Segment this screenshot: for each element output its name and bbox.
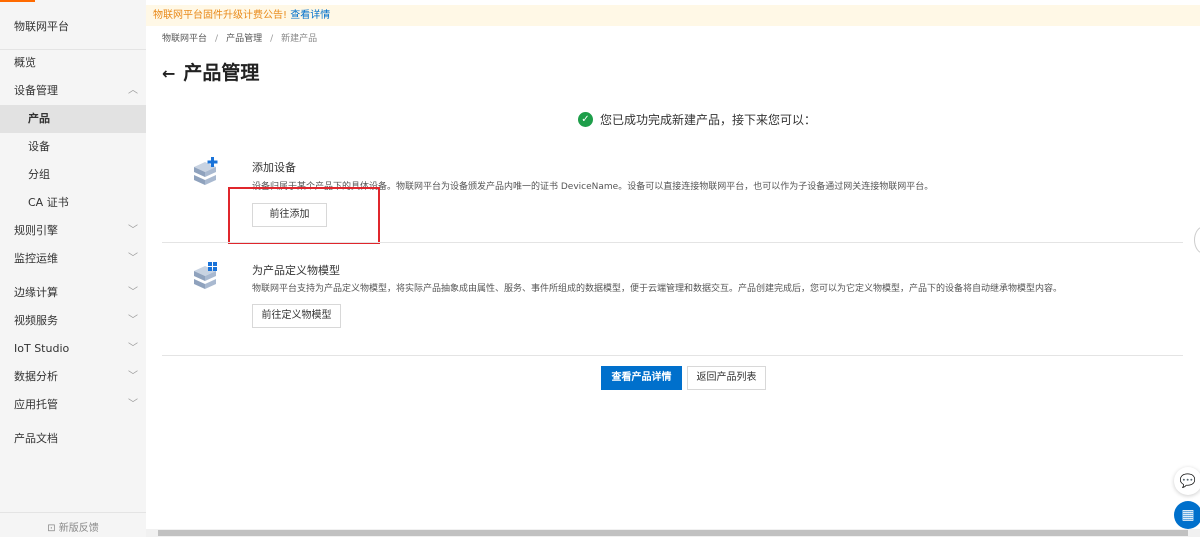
sidebar-item-data-analysis[interactable]: 数据分析 ﹀ bbox=[0, 363, 146, 391]
label: 产品 bbox=[28, 112, 50, 125]
label: 概览 bbox=[14, 56, 36, 69]
view-product-detail-button[interactable]: 查看产品详情 bbox=[601, 366, 682, 390]
sidebar-item-group[interactable]: 分组 bbox=[0, 161, 146, 189]
sidebar: 物联网平台 概览 设备管理 ︿ 产品 设备 分组 CA 证书 规则引擎 ﹀ 监控运维… bbox=[0, 0, 146, 537]
sidebar-item-edge-computing[interactable]: 边缘计算 ﹀ bbox=[0, 279, 146, 307]
sidebar-item-overview[interactable]: 概览 bbox=[0, 49, 146, 77]
chevron-down-icon: ﹀ bbox=[128, 287, 138, 298]
success-message: ✓ 您已成功完成新建产品，接下来您可以： bbox=[578, 111, 816, 128]
sidebar-item-monitoring[interactable]: 监控运维 ﹀ bbox=[0, 245, 146, 273]
horizontal-scrollbar[interactable] bbox=[146, 529, 1200, 537]
label: 规则引擎 bbox=[14, 224, 58, 237]
check-circle-icon: ✓ bbox=[578, 112, 593, 127]
chat-icon[interactable]: 💬 bbox=[1174, 467, 1200, 495]
breadcrumb-item[interactable]: 物联网平台 bbox=[162, 34, 207, 44]
label: 数据分析 bbox=[14, 370, 58, 383]
divider bbox=[162, 355, 1183, 356]
feedback-icon: ⊡ bbox=[47, 523, 59, 534]
notice-text: 物联网平台固件升级计费公告! bbox=[153, 10, 288, 21]
back-arrow-icon[interactable]: ← bbox=[162, 64, 175, 83]
go-define-model-button[interactable]: 前往定义物模型 bbox=[252, 304, 341, 328]
breadcrumb-item[interactable]: 产品管理 bbox=[226, 34, 262, 44]
sidebar-item-ca-cert[interactable]: CA 证书 bbox=[0, 189, 146, 217]
breadcrumb-item: 新建产品 bbox=[281, 34, 318, 44]
chevron-down-icon: ﹀ bbox=[128, 315, 138, 326]
chevron-down-icon: ﹀ bbox=[128, 225, 138, 236]
sidebar-item-video-service[interactable]: 视频服务 ﹀ bbox=[0, 307, 146, 335]
notice-bar: 物联网平台固件升级计费公告! 查看详情 bbox=[146, 5, 1200, 26]
section-title: 添加设备 bbox=[252, 161, 296, 174]
section-description: 物联网平台支持为产品定义物模型，将实际产品抽象成由属性、服务、事件所组成的数据模… bbox=[252, 284, 1063, 294]
label: CA 证书 bbox=[28, 196, 69, 209]
sidebar-item-product[interactable]: 产品 bbox=[0, 105, 146, 133]
label: 设备管理 bbox=[14, 84, 58, 97]
chevron-down-icon: ﹀ bbox=[128, 399, 138, 410]
feedback-label: 新版反馈 bbox=[58, 523, 99, 534]
page-title: 产品管理 bbox=[183, 62, 260, 84]
label: 分组 bbox=[28, 168, 50, 181]
success-text: 您已成功完成新建产品，接下来您可以： bbox=[600, 113, 817, 127]
divider bbox=[0, 512, 146, 513]
sidebar-item-device[interactable]: 设备 bbox=[0, 133, 146, 161]
sidebar-item-device-management[interactable]: 设备管理 ︿ bbox=[0, 77, 146, 105]
notice-link[interactable]: 查看详情 bbox=[290, 10, 330, 21]
label: 边缘计算 bbox=[14, 286, 58, 299]
chevron-down-icon: ﹀ bbox=[128, 253, 138, 264]
highlight-box bbox=[228, 187, 380, 244]
apps-icon[interactable]: ▦ bbox=[1174, 501, 1200, 529]
scrollbar-thumb[interactable] bbox=[158, 530, 1188, 536]
thing-model-icon bbox=[194, 262, 217, 289]
section-title: 为产品定义物模型 bbox=[252, 264, 340, 277]
sidebar-item-app-hosting[interactable]: 应用托管 ﹀ bbox=[0, 391, 146, 419]
label: IoT Studio bbox=[14, 342, 70, 355]
sidebar-item-product-docs[interactable]: 产品文档 bbox=[0, 425, 146, 453]
back-to-list-button[interactable]: 返回产品列表 bbox=[687, 366, 766, 390]
page-header: ← 产品管理 bbox=[162, 58, 259, 85]
sidebar-title: 物联网平台 bbox=[14, 20, 69, 33]
add-device-icon bbox=[194, 157, 218, 185]
breadcrumb: 物联网平台 / 产品管理 / 新建产品 bbox=[162, 34, 318, 44]
label: 应用托管 bbox=[14, 398, 58, 411]
divider bbox=[162, 242, 1183, 243]
chevron-down-icon: ﹀ bbox=[128, 371, 138, 382]
side-handle[interactable] bbox=[1194, 226, 1200, 254]
label: 视频服务 bbox=[14, 314, 58, 327]
label: 产品文档 bbox=[14, 432, 58, 445]
sidebar-item-rules-engine[interactable]: 规则引擎 ﹀ bbox=[0, 217, 146, 245]
brand-accent bbox=[0, 0, 35, 2]
chevron-up-icon: ︿ bbox=[128, 85, 138, 96]
label: 监控运维 bbox=[14, 252, 58, 265]
sidebar-item-iot-studio[interactable]: IoT Studio ﹀ bbox=[0, 335, 146, 363]
label: 设备 bbox=[28, 140, 50, 153]
chevron-down-icon: ﹀ bbox=[128, 343, 138, 354]
feedback-button[interactable]: ⊡ 新版反馈 bbox=[0, 519, 146, 534]
